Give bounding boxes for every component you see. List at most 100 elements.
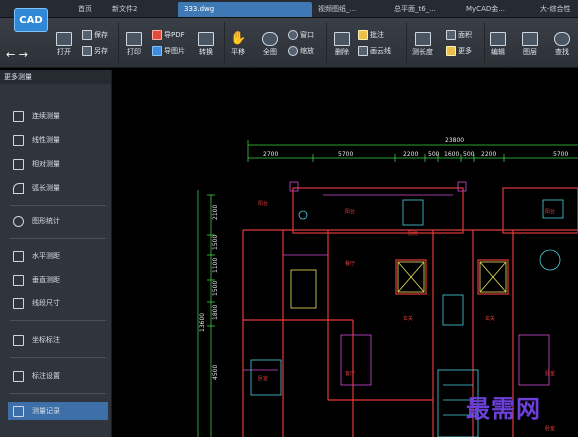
ruler-icon bbox=[414, 32, 431, 46]
folder-icon bbox=[56, 32, 72, 46]
linear-measure[interactable]: 线性测量 bbox=[8, 131, 108, 149]
dim-label: 1500 bbox=[212, 235, 219, 250]
cloud-line-icon bbox=[358, 46, 368, 56]
statistics-icon bbox=[13, 215, 24, 227]
area-icon bbox=[446, 30, 456, 40]
watermark: 最需网 bbox=[466, 394, 541, 423]
floppy-icon bbox=[82, 30, 92, 40]
horizontal-distance-icon bbox=[13, 250, 24, 262]
linear-measure-icon bbox=[13, 134, 24, 146]
measure-panel: 更多测量 连续测量 线性测量 相对测量 弧长测量 图形统计 水平测距 垂直测距 … bbox=[0, 70, 112, 437]
relative-measure-icon bbox=[13, 158, 24, 170]
relative-measure[interactable]: 相对测量 bbox=[8, 155, 108, 173]
save-as-button[interactable]: 另存 bbox=[82, 46, 108, 56]
room-label: 餐厅 bbox=[345, 260, 355, 267]
shape-statistics[interactable]: 图形统计 bbox=[8, 212, 108, 230]
window-zoom-button[interactable]: 窗口 bbox=[288, 30, 314, 40]
undo-redo[interactable]: ← → bbox=[6, 48, 28, 61]
dim-label: 2700 bbox=[263, 151, 278, 158]
room-label: 卧室 bbox=[545, 425, 555, 432]
dim-label: 1100 bbox=[212, 258, 219, 273]
pdf-icon bbox=[152, 30, 162, 40]
room-label: 卧室 bbox=[258, 375, 268, 382]
drawing-canvas[interactable]: 23800 2700 5700 2200 500 1600 500 2200 5… bbox=[113, 70, 578, 437]
horizontal-distance[interactable]: 水平测距 bbox=[8, 247, 108, 265]
arc-measure-icon bbox=[13, 182, 24, 194]
total-height-label: 13600 bbox=[199, 313, 206, 332]
dim-label: 5700 bbox=[338, 151, 353, 158]
convert-button[interactable]: 转换 bbox=[198, 32, 214, 57]
full-view-button[interactable]: 全图 bbox=[262, 32, 278, 57]
dim-label: 1800 bbox=[212, 305, 219, 320]
continuous-measure-icon bbox=[13, 110, 24, 122]
measure-records[interactable]: 测量记录 bbox=[8, 402, 108, 420]
delete-button[interactable]: 删除 bbox=[334, 32, 350, 57]
save-button[interactable]: 保存 bbox=[82, 30, 108, 40]
room-label: 玄关 bbox=[403, 315, 413, 322]
arc-length-measure[interactable]: 弧长测量 bbox=[8, 179, 108, 197]
search-button[interactable]: 查找 bbox=[554, 32, 570, 57]
dim-label: 2200 bbox=[403, 151, 418, 158]
tab-video-drawing[interactable]: 视频图纸_... bbox=[318, 2, 384, 17]
dim-label: 500 bbox=[428, 151, 440, 158]
area-button[interactable]: 面积 bbox=[446, 30, 472, 40]
room-label: 阳台 bbox=[258, 200, 268, 207]
annotation-settings[interactable]: 标注设置 bbox=[8, 367, 108, 385]
tab-site-plan[interactable]: 总平面_t6_... bbox=[394, 2, 460, 17]
vertical-distance-icon bbox=[13, 274, 24, 286]
print-button[interactable]: 打印 bbox=[126, 32, 142, 57]
more-icon bbox=[446, 46, 456, 56]
room-label: 阳台 bbox=[345, 208, 355, 215]
tab-new-file[interactable]: 新文件2 bbox=[112, 2, 174, 17]
measure-length-button[interactable]: 测长度 bbox=[412, 32, 433, 57]
panel-title: 更多测量 bbox=[0, 70, 111, 84]
edit-button[interactable]: 编辑 bbox=[490, 32, 506, 57]
segment-size-icon bbox=[13, 297, 24, 309]
fixtures bbox=[290, 261, 507, 309]
room-label: 玄关 bbox=[485, 315, 495, 322]
room-label: 卧室 bbox=[545, 370, 555, 377]
room-label: 客厅 bbox=[345, 370, 355, 377]
room-label: 厨房 bbox=[408, 230, 418, 237]
more-button[interactable]: 更多 bbox=[446, 46, 472, 56]
dim-label: 5700 bbox=[553, 151, 568, 158]
continuous-measure[interactable]: 连续测量 bbox=[8, 107, 108, 125]
zoom-all-icon bbox=[262, 32, 278, 46]
segment-size[interactable]: 线段尺寸 bbox=[8, 294, 108, 312]
toolbar-ribbon: ← → 打开 保存 另存 打印 导PDF 导图片 转换 ✋ 平移 全图 窗口 缩放… bbox=[0, 18, 578, 68]
edit-icon bbox=[490, 32, 506, 46]
dim-label: 4500 bbox=[212, 365, 219, 380]
floppy-edit-icon bbox=[82, 46, 92, 56]
cloud-line-button[interactable]: 画云线 bbox=[358, 46, 391, 56]
zoom-icon bbox=[288, 46, 298, 56]
annotate-icon bbox=[358, 30, 368, 40]
dim-label: 2200 bbox=[481, 151, 496, 158]
dim-label: 1600 bbox=[444, 151, 459, 158]
dim-label: 1500 bbox=[212, 281, 219, 296]
zoom-window-icon bbox=[288, 30, 298, 40]
dim-label: 500 bbox=[463, 151, 475, 158]
vertical-distance[interactable]: 垂直测距 bbox=[8, 271, 108, 289]
zoom-button[interactable]: 缩放 bbox=[288, 46, 314, 56]
coordinate-icon bbox=[13, 334, 24, 346]
coordinate-annotation[interactable]: 坐标标注 bbox=[8, 331, 108, 349]
tab-complex[interactable]: 大-综合性 bbox=[540, 2, 578, 17]
pan-button[interactable]: ✋ 平移 bbox=[230, 32, 246, 57]
open-button[interactable]: 打开 bbox=[56, 32, 72, 57]
annotate-button[interactable]: 批注 bbox=[358, 30, 384, 40]
export-pdf-button[interactable]: 导PDF bbox=[152, 30, 185, 40]
total-width-label: 23800 bbox=[445, 137, 464, 144]
layer-button[interactable]: 图层 bbox=[522, 32, 538, 57]
title-bar: 首页 新文件2 333.dwg 视频图纸_... 总平面_t6_... MyCA… bbox=[0, 0, 578, 18]
convert-icon bbox=[198, 32, 214, 46]
layers-icon bbox=[522, 32, 538, 46]
tab-mycad[interactable]: MyCAD金... bbox=[466, 2, 522, 17]
search-icon bbox=[554, 32, 570, 46]
export-image-button[interactable]: 导图片 bbox=[152, 46, 185, 56]
tab-333-dwg[interactable]: 333.dwg bbox=[178, 2, 312, 17]
app-logo[interactable]: CAD bbox=[14, 8, 48, 32]
room-label: 阳台 bbox=[545, 208, 555, 215]
records-icon bbox=[13, 405, 24, 417]
trash-icon bbox=[334, 32, 350, 46]
hand-icon: ✋ bbox=[230, 31, 247, 46]
